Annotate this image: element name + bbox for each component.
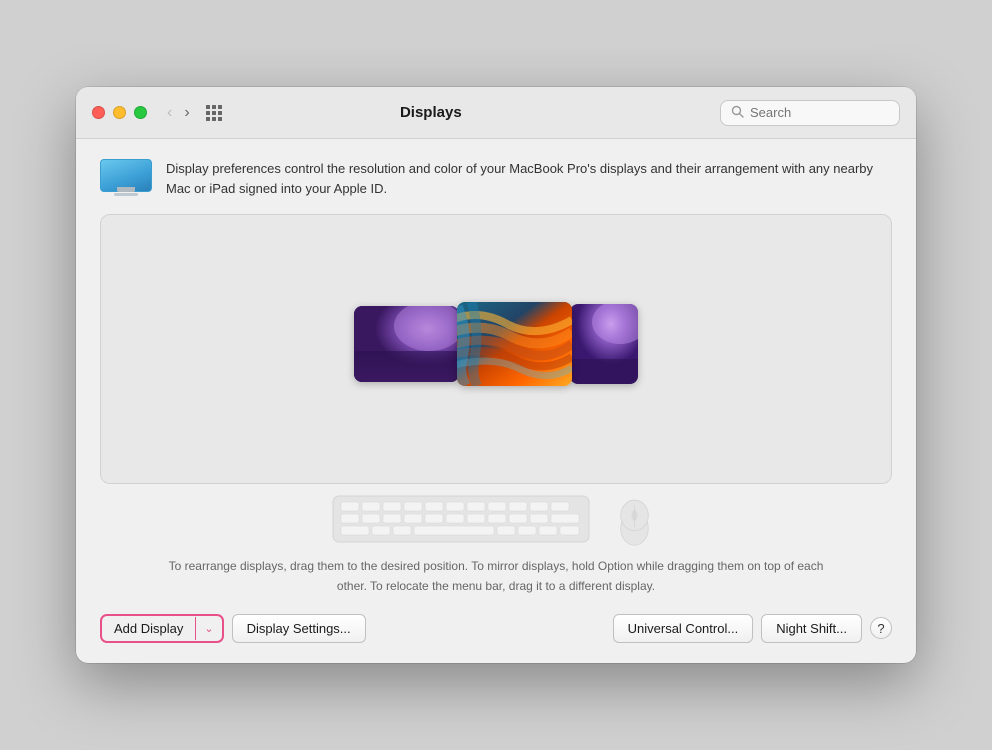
buttons-row: Add Display ⌄ Display Settings... Univer… — [100, 614, 892, 643]
display-thumbnail-2[interactable] — [457, 302, 572, 386]
arrangement-area[interactable] — [100, 214, 892, 484]
displays-container — [354, 302, 638, 386]
minimize-button[interactable] — [113, 106, 126, 119]
titlebar: ‹ › Displays — [76, 87, 916, 139]
keyboard-icon — [331, 494, 591, 549]
display-settings-button[interactable]: Display Settings... — [232, 614, 366, 643]
maximize-button[interactable] — [134, 106, 147, 119]
traffic-lights — [92, 106, 147, 119]
peripherals-area — [100, 484, 892, 557]
window-title: Displays — [154, 104, 708, 121]
help-button[interactable]: ? — [870, 617, 892, 639]
add-display-label[interactable]: Add Display — [102, 616, 195, 641]
close-button[interactable] — [92, 106, 105, 119]
search-bar[interactable] — [720, 100, 900, 126]
info-text: Display preferences control the resoluti… — [166, 159, 892, 198]
universal-control-button[interactable]: Universal Control... — [613, 614, 754, 643]
search-icon — [731, 105, 744, 121]
mouse-icon — [607, 494, 662, 549]
info-banner: Display preferences control the resoluti… — [100, 159, 892, 198]
display-icon — [100, 159, 152, 196]
display-thumbnail-1[interactable] — [354, 306, 459, 382]
system-preferences-window: ‹ › Displays — [76, 87, 916, 662]
add-display-chevron[interactable]: ⌄ — [195, 617, 221, 640]
search-input[interactable] — [750, 105, 890, 120]
content-area: Display preferences control the resoluti… — [76, 139, 916, 662]
night-shift-button[interactable]: Night Shift... — [761, 614, 862, 643]
help-text: To rearrange displays, drag them to the … — [100, 557, 892, 595]
display-thumbnail-3[interactable] — [570, 304, 638, 384]
add-display-button[interactable]: Add Display ⌄ — [100, 614, 224, 643]
